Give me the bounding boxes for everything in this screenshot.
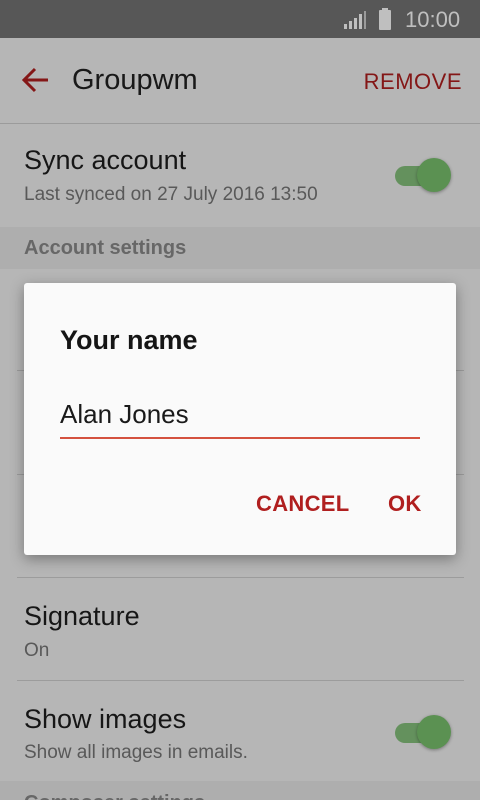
name-dialog: Your name CANCEL OK (24, 283, 456, 555)
name-input[interactable] (60, 391, 420, 439)
ok-button[interactable]: OK (388, 491, 422, 517)
dialog-title: Your name (60, 325, 198, 355)
cancel-button[interactable]: CANCEL (256, 491, 349, 517)
